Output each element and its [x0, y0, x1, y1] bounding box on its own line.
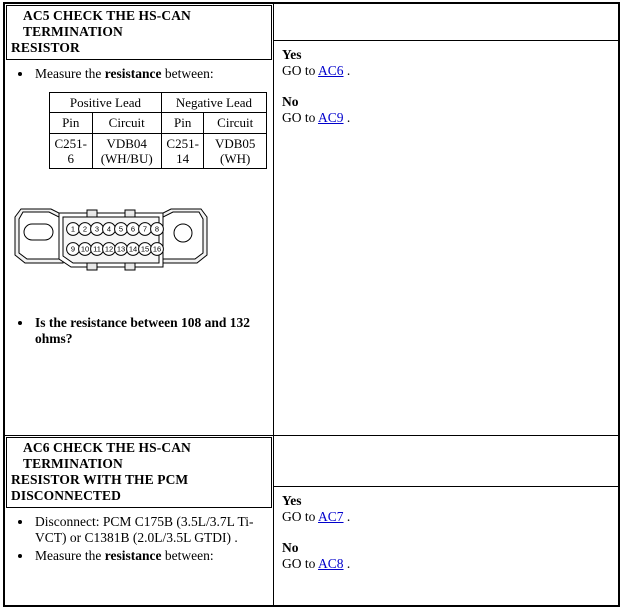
step-ac5-answer-header-spacer [274, 4, 618, 41]
answer-yes: Yes GO to AC6 . [282, 47, 612, 80]
column-header-negative-lead: Negative Lead [160, 91, 268, 114]
pin-label-11: 11 [93, 245, 101, 254]
instruction-text-disconnect: Disconnect: PCM C175B (3.5L/3.7L Ti-VCT)… [35, 513, 254, 545]
goto-prefix: GO to [282, 556, 319, 572]
column-header-negative-pin: Pin [160, 112, 205, 134]
list-item: Measure the resistance between: [33, 548, 267, 564]
cell-positive-pin: C251-6 [49, 132, 93, 170]
answer-no: No GO to AC8 . [282, 540, 612, 573]
goto-suffix: . [343, 556, 351, 572]
step-ac5-instruction-list: Measure the resistance between: [11, 66, 267, 82]
step-ac6-body: Disconnect: PCM C175B (3.5L/3.7L Ti-VCT)… [5, 509, 273, 573]
step-ac5-heading: AC5 CHECK THE HS-CAN TERMINATION RESISTO… [6, 5, 272, 60]
step-ac6-answer-filler [274, 581, 618, 605]
step-ac5-body: Measure the resistance between: Positive… [5, 61, 273, 356]
pin-label-8: 8 [155, 225, 159, 234]
pin-label-7: 7 [143, 225, 147, 234]
connector-illustration: 1 2 3 4 5 6 7 8 9 10 11 12 13 14 15 16 [11, 205, 267, 315]
pin-label-16: 16 [153, 245, 161, 254]
pin-label-3: 3 [95, 225, 99, 234]
step-ac5-answer-filler [274, 135, 618, 435]
step-ac5-right-cell: Yes GO to AC6 . No GO to AC9 . [273, 2, 620, 436]
goto-prefix: GO to [282, 110, 319, 126]
goto-suffix: . [343, 110, 351, 126]
step-ac5-left-cell: AC5 CHECK THE HS-CAN TERMINATION RESISTO… [3, 2, 274, 436]
column-header-negative-circuit: Circuit [203, 112, 267, 134]
step-ac5-question: Is the resistance between 108 and 132 oh… [35, 315, 250, 347]
instruction-text-part: Measure the [35, 547, 105, 563]
step-ac6-left-cell: AC6 CHECK THE HS-CAN TERMINATION RESISTO… [3, 434, 274, 607]
column-header-positive-circuit: Circuit [91, 112, 162, 134]
instruction-text-emphasis: resistance [104, 547, 162, 563]
instruction-text-part: between: [161, 547, 214, 563]
table-row-step-ac5: AC5 CHECK THE HS-CAN TERMINATION RESISTO… [3, 2, 620, 436]
link-ac7[interactable]: AC7 [318, 509, 344, 524]
step-ac6-answer-header-spacer [274, 436, 618, 487]
pin-label-14: 14 [129, 245, 137, 254]
goto-suffix: . [343, 509, 351, 525]
step-ac6-right-cell: Yes GO to AC7 . No GO to AC8 . [273, 434, 620, 607]
answer-action-no: GO to AC8 . [282, 556, 612, 572]
answer-label-yes: Yes [282, 492, 302, 508]
instruction-text-emphasis: resistance [104, 65, 162, 81]
answer-no: No GO to AC9 . [282, 94, 612, 127]
link-ac6[interactable]: AC6 [318, 63, 344, 78]
answer-label-no: No [282, 93, 299, 109]
cell-negative-pin: C251-14 [160, 132, 205, 170]
pin-label-1: 1 [71, 225, 75, 234]
goto-prefix: GO to [282, 63, 319, 79]
answer-action-yes: GO to AC6 . [282, 63, 612, 79]
lead-table-group-header-row: Positive Lead Negative Lead [49, 91, 268, 114]
goto-prefix: GO to [282, 509, 319, 525]
step-ac5-question-list: Is the resistance between 108 and 132 oh… [11, 315, 267, 347]
pin-label-13: 13 [117, 245, 125, 254]
instruction-text-part: Measure the [35, 65, 105, 81]
answer-label-yes: Yes [282, 47, 302, 62]
step-ac5-heading-line-2: RESISTOR [11, 39, 80, 55]
table-row-step-ac6: AC6 CHECK THE HS-CAN TERMINATION RESISTO… [3, 434, 620, 607]
lead-pin-table: Positive Lead Negative Lead Pin Circuit … [49, 91, 268, 170]
pin-label-10: 10 [81, 245, 89, 254]
pinpoint-test-table: AC5 CHECK THE HS-CAN TERMINATION RESISTO… [3, 2, 620, 607]
answer-label-no: No [282, 539, 299, 555]
pin-label-15: 15 [141, 245, 149, 254]
list-item: Measure the resistance between: [33, 66, 267, 82]
step-ac6-heading-line-3: DISCONNECTED [11, 487, 121, 503]
pin-label-6: 6 [131, 225, 135, 234]
step-ac5-answers: Yes GO to AC6 . No GO to AC9 . [274, 41, 618, 135]
goto-suffix: . [343, 63, 351, 79]
pin-label-9: 9 [71, 245, 75, 254]
step-ac6-heading-line-1: AC6 CHECK THE HS-CAN TERMINATION [23, 439, 191, 471]
column-header-positive-pin: Pin [49, 112, 93, 134]
instruction-text-part: between: [161, 65, 214, 81]
list-item: Disconnect: PCM C175B (3.5L/3.7L Ti-VCT)… [33, 514, 267, 546]
pin-label-2: 2 [83, 225, 87, 234]
step-ac6-heading-line-2: RESISTOR WITH THE PCM [11, 471, 189, 487]
table-row: C251-6 VDB04 (WH/BU) C251-14 VDB05 (WH) [49, 132, 267, 170]
list-item: Is the resistance between 108 and 132 oh… [33, 315, 267, 347]
data-link-connector-16-pin-icon: 1 2 3 4 5 6 7 8 9 10 11 12 13 14 15 16 [14, 208, 208, 271]
pin-label-4: 4 [107, 225, 111, 234]
cell-positive-circuit: VDB04 (WH/BU) [91, 132, 162, 170]
link-ac8[interactable]: AC8 [318, 556, 344, 571]
link-ac9[interactable]: AC9 [318, 110, 344, 125]
cell-negative-circuit: VDB05 (WH) [203, 132, 267, 170]
pinpoint-test-document: AC5 CHECK THE HS-CAN TERMINATION RESISTO… [3, 2, 620, 607]
step-ac6-heading: AC6 CHECK THE HS-CAN TERMINATION RESISTO… [6, 436, 272, 508]
column-header-positive-lead: Positive Lead [49, 91, 162, 114]
step-ac6-answers: Yes GO to AC7 . No GO to AC8 . [274, 487, 618, 581]
lead-table-column-header-row: Pin Circuit Pin Circuit [49, 112, 267, 134]
answer-action-yes: GO to AC7 . [282, 509, 612, 525]
answer-yes: Yes GO to AC7 . [282, 493, 612, 526]
pin-label-12: 12 [105, 245, 113, 254]
step-ac5-heading-line-1: AC5 CHECK THE HS-CAN TERMINATION [23, 8, 191, 39]
pin-label-5: 5 [119, 225, 123, 234]
step-ac6-instruction-list: Disconnect: PCM C175B (3.5L/3.7L Ti-VCT)… [11, 514, 267, 565]
answer-action-no: GO to AC9 . [282, 110, 612, 126]
